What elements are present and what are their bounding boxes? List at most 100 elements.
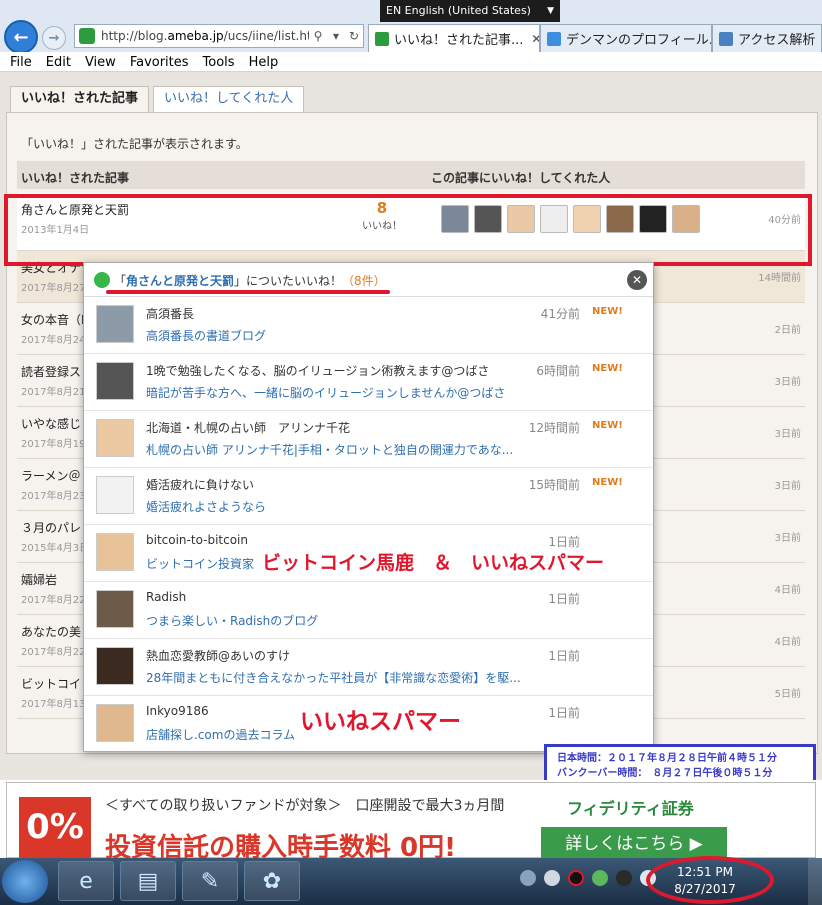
blog-link[interactable]: 28年間まともに付き合えなかった平社員が【非常識な恋愛術】を駆... (146, 669, 521, 686)
back-button[interactable]: ← (4, 20, 38, 54)
ad-zero-percent: 0% (19, 797, 91, 859)
menu-edit[interactable]: Edit (36, 52, 71, 71)
article-title[interactable]: 孀婦岩 (21, 571, 57, 588)
tab-iine[interactable]: いいね！された記事...✕ (368, 24, 540, 52)
show-desktop-button[interactable] (808, 858, 822, 905)
new-badge: NEW! (592, 306, 623, 317)
time-ago: 12時間前 (528, 421, 580, 435)
notepad-taskbar-icon[interactable]: ✎ (182, 861, 238, 901)
ameba-favicon (375, 31, 389, 46)
avatar[interactable] (96, 533, 134, 571)
close-tab-icon[interactable]: ✕ (523, 32, 539, 46)
menu-tools[interactable]: Tools (193, 52, 235, 71)
time-ago: 1日前 (548, 649, 580, 663)
blog-link[interactable]: 暗記が苦手な方へ、一緒に脳のイリュージョンしませんか@つばさ (146, 384, 505, 401)
avatar[interactable] (96, 419, 134, 457)
avatar[interactable] (96, 476, 134, 514)
tab-label: アクセス解析 | ... (738, 33, 821, 48)
tab-label: デンマンのプロフィール... (566, 33, 712, 48)
list-item: 熱血恋愛教師@あいのすけ 28年間まともに付き合えなかった平社員が【非常識な恋愛術… (84, 639, 653, 696)
paint-taskbar-icon[interactable]: ✿ (244, 861, 300, 901)
title-open-quote: 「 (114, 274, 127, 288)
url-path: /ucs/iine/list.html (223, 29, 309, 43)
start-button[interactable] (2, 860, 48, 903)
ie-taskbar-icon[interactable]: e (58, 861, 114, 901)
clock-highlight (646, 856, 774, 904)
avatar[interactable] (96, 305, 134, 343)
system-tray (520, 870, 664, 886)
user-name: 高須番長 (146, 307, 195, 321)
user-name: bitcoin-to-bitcoin (146, 533, 248, 547)
blog-link[interactable]: ビットコイン投資家 (146, 555, 254, 572)
blog-link[interactable]: 札幌の占い師 アリンナ千花|手相・タロットと独自の開運力であな... (146, 441, 513, 458)
time-ago: 3日前 (774, 481, 801, 492)
tab-liked-articles[interactable]: いいね！された記事 (10, 86, 150, 112)
refresh-icon[interactable]: ↻ (345, 29, 363, 43)
likes-popup: 「角さんと原発と天罰」についたいいね！（8件） ✕ 高須番長 高須番長の書道ブログ… (83, 262, 654, 752)
time-ago: 3日前 (774, 533, 801, 544)
article-title[interactable]: いやな感じ (21, 415, 81, 432)
new-badge: NEW! (592, 420, 623, 431)
blog-link[interactable]: つまら楽しい・Radishのブログ (146, 612, 318, 629)
tab-analytics[interactable]: アクセス解析 | ... (712, 24, 822, 52)
avatar[interactable] (96, 362, 134, 400)
search-icon[interactable]: ⚲ (309, 29, 327, 43)
ad-headline: ＜すべての取り扱いファンドが対象＞ 口座開設で最大3ヵ月間 (105, 798, 505, 814)
dropdown-icon[interactable]: ▾ (327, 29, 345, 43)
time-ago: 2日前 (774, 325, 801, 336)
col-likers: この記事にいいね！してくれた人 (431, 171, 611, 185)
user-name: 熱血恋愛教師@あいのすけ (146, 649, 291, 663)
user-name: Inkyo9186 (146, 704, 209, 718)
list-item: 婚活疲れに負けない 婚活疲れよさようなら 15時間前 NEW! (84, 468, 653, 525)
language-bar[interactable]: EN English (United States) ▼ (380, 0, 560, 22)
blog-link[interactable]: 高須番長の書道ブログ (146, 327, 266, 344)
blog-link[interactable]: 店舗探し.comの過去コラム (146, 726, 295, 743)
tray-icon[interactable] (592, 870, 608, 886)
table-header: いいね！された記事 この記事にいいね！してくれた人 (17, 161, 805, 189)
page-tabs: いいね！された記事 いいね！してくれた人 (10, 86, 308, 112)
menu-help[interactable]: Help (239, 52, 279, 71)
article-title[interactable]: ３月のパレ (21, 519, 81, 536)
tray-icon[interactable] (616, 870, 632, 886)
avatar[interactable] (96, 590, 134, 628)
annotation-spammer-1: ビットコイン馬鹿 ＆ いいねスパマー (262, 552, 605, 574)
tab-profile[interactable]: デンマンのプロフィール... (540, 24, 712, 52)
forward-button[interactable]: → (42, 26, 66, 50)
title-suffix: 」についたいいね！ (234, 274, 343, 288)
url-text[interactable]: http://blog.ameba.jp/ucs/iine/list.html (101, 29, 309, 43)
address-bar[interactable]: http://blog.ameba.jp/ucs/iine/list.html … (74, 24, 364, 48)
article-title[interactable]: ラーメン＠ (21, 467, 81, 484)
article-title[interactable]: 女の本音（F (21, 311, 88, 328)
article-title[interactable]: あなたの美 (21, 623, 81, 640)
menu-view[interactable]: View (75, 52, 116, 71)
close-icon[interactable]: ✕ (627, 270, 647, 290)
article-title[interactable]: 読者登録ス (21, 363, 81, 380)
list-item: 1晩で勉強したくなる、脳のイリュージョン術教えます@つばさ 暗記が苦手な方へ、一緒… (84, 354, 653, 411)
list-item: 高須番長 高須番長の書道ブログ 41分前 NEW! (84, 297, 653, 354)
avatar[interactable] (96, 647, 134, 685)
site-favicon (79, 28, 95, 44)
article-link[interactable]: 角さんと原発と天罰 (126, 274, 234, 288)
tray-icon[interactable] (568, 870, 584, 886)
chevron-down-icon[interactable]: ▼ (547, 0, 554, 22)
list-item: Radish つまら楽しい・Radishのブログ 1日前 (84, 582, 653, 639)
time-ago: 1日前 (548, 592, 580, 606)
time-ago: 6時間前 (536, 364, 580, 378)
avatar[interactable] (96, 704, 134, 742)
ad-banner[interactable]: 0% ＜すべての取り扱いファンドが対象＞ 口座開設で最大3ヵ月間 投資信託の購入… (0, 780, 822, 863)
blog-link[interactable]: 婚活疲れよさようなら (146, 498, 266, 515)
tab-liked-by[interactable]: いいね！してくれた人 (153, 86, 305, 112)
smile-icon (94, 272, 110, 288)
url-prefix: http://blog. (101, 29, 168, 43)
ie-favicon (547, 31, 561, 46)
time-ago: 4日前 (774, 585, 801, 596)
tray-icon[interactable] (520, 870, 536, 886)
tab-label: いいね！された記事... (394, 33, 524, 48)
tray-icon[interactable] (544, 870, 560, 886)
annotation-spammer-2: いいねスパマー (300, 709, 461, 735)
menu-file[interactable]: File (0, 52, 32, 71)
explorer-taskbar-icon[interactable]: ▤ (120, 861, 176, 901)
time-ago: 4日前 (774, 637, 801, 648)
time-ago: 5日前 (774, 689, 801, 700)
menu-favorites[interactable]: Favorites (120, 52, 189, 71)
